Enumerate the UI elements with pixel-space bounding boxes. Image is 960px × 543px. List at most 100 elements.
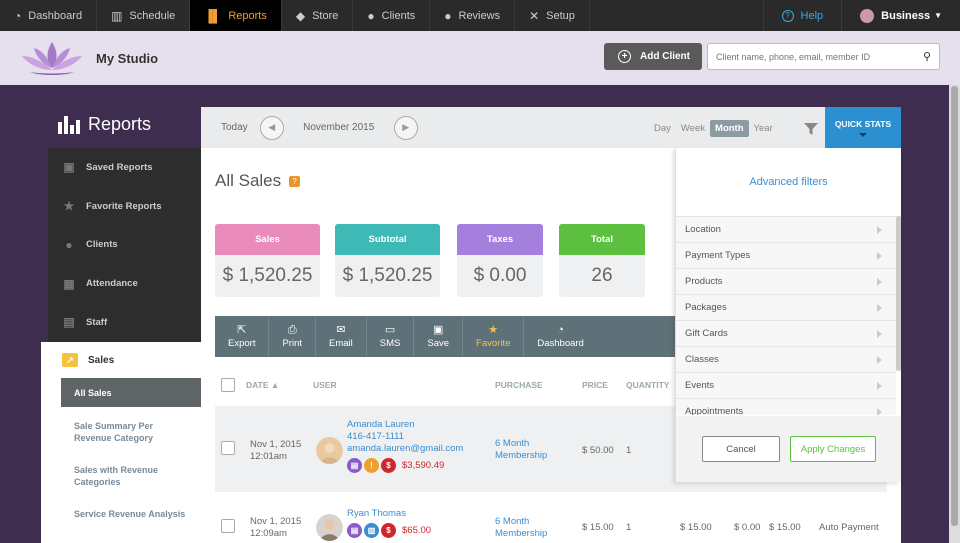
add-client-button[interactable]: + Add Client [604, 43, 702, 70]
bar-chart-icon [58, 115, 80, 134]
document-icon[interactable]: ▥ [364, 523, 379, 538]
dollar-icon[interactable]: $ [381, 523, 396, 538]
column-purchase[interactable]: PURCHASE [495, 380, 543, 390]
row-datetime: Nov 1, 2015 12:01am [250, 439, 301, 463]
next-month-button[interactable]: ▶ [393, 115, 418, 140]
sms-button[interactable]: ▭ SMS [367, 316, 415, 357]
nav-store[interactable]: ◆ Store [282, 0, 354, 31]
quick-stats-button[interactable]: QUICK STATS [825, 107, 901, 148]
range-day[interactable]: Day [649, 120, 676, 137]
today-button[interactable]: Today [221, 122, 248, 133]
client-search-input[interactable] [716, 51, 923, 62]
gauge-icon: ◔ [14, 8, 22, 23]
advanced-filters-title[interactable]: Advanced filters [676, 176, 901, 188]
sidebar-item-favorite-reports[interactable]: ★ Favorite Reports [48, 187, 201, 226]
range-year[interactable]: Year [749, 120, 778, 137]
filter-label: Gift Cards [685, 328, 728, 339]
nav-label: Reviews [458, 9, 501, 22]
bar-chart-icon: ▐▌ [204, 8, 222, 23]
chevron-right-icon [877, 355, 882, 364]
user-photo [316, 514, 343, 541]
nav-reviews[interactable]: ● Reviews [430, 0, 516, 31]
purchase-link[interactable]: 6 Month Membership [495, 516, 547, 540]
nav-setup[interactable]: ✕ Setup [515, 0, 590, 31]
sidebar-subitem-sales-revenue-categories[interactable]: Sales with Revenue Categories [61, 457, 201, 495]
filter-events[interactable]: Events [676, 373, 896, 399]
filter-payment-types[interactable]: Payment Types [676, 243, 896, 269]
sidebar-item-saved-reports[interactable]: ▣ Saved Reports [48, 148, 201, 187]
business-label: Business [881, 9, 931, 22]
apply-changes-button[interactable]: Apply Changes [790, 436, 876, 462]
sidebar-item-clients[interactable]: ● Clients [48, 226, 201, 265]
sidebar-subitem-service-revenue[interactable]: Service Revenue Analysis [61, 501, 201, 527]
business-menu[interactable]: Business ▼ [842, 0, 960, 31]
row-date: Nov 1, 2015 [250, 516, 302, 527]
filter-appointments[interactable]: Appointments [676, 399, 896, 415]
filter-location[interactable]: Location [676, 217, 896, 243]
prev-month-button[interactable]: ◀ [259, 115, 284, 140]
column-price[interactable]: PRICE [582, 380, 608, 390]
row-price: $ 15.00 [582, 522, 614, 533]
dashboard-button[interactable]: ◔ Dashboard [524, 316, 596, 357]
range-month[interactable]: Month [710, 120, 749, 137]
row-checkbox[interactable] [221, 441, 235, 455]
nav-clients[interactable]: ● Clients [353, 0, 431, 31]
search-icon[interactable]: ⚲ [923, 50, 931, 63]
toolbar-label: Favorite [476, 337, 511, 349]
page-scrollbar-thumb[interactable] [951, 86, 958, 526]
sidebar-item-staff[interactable]: ▤ Staff [48, 303, 201, 342]
nav-dashboard[interactable]: ◔ Dashboard [0, 0, 98, 31]
range-selector: Day Week Month Year [649, 120, 778, 137]
clipboard-icon[interactable]: ▤ [347, 458, 362, 473]
row-subtotal: $ 15.00 [680, 522, 712, 533]
user-info: Amanda Lauren 416-417-1111 amanda.lauren… [347, 419, 463, 473]
help-label: Help [800, 9, 824, 22]
user-phone[interactable]: 416-417-1111 [347, 431, 463, 443]
favorite-button[interactable]: ★ Favorite [463, 316, 525, 357]
export-button[interactable]: ⇱ Export [215, 316, 270, 357]
column-user[interactable]: USER [313, 380, 337, 390]
toolbar-label: Print [282, 337, 303, 349]
sidebar-subitem-sale-summary[interactable]: Sale Summary Per Revenue Category [61, 413, 201, 451]
user-email[interactable]: amanda.lauren@gmail.com [347, 443, 463, 455]
subitem-label: Sale Summary Per Revenue Category [74, 421, 154, 443]
column-date[interactable]: DATE ▲ [246, 380, 279, 390]
dollar-icon[interactable]: $ [381, 458, 396, 473]
sidebar-subitem-all-sales[interactable]: All Sales [61, 378, 201, 407]
filter-list-scrollbar[interactable] [896, 216, 901, 371]
select-all-checkbox[interactable] [221, 378, 235, 392]
user-info: Ryan Thomas ▤ ▥ $ $65.00 [347, 508, 431, 538]
filter-gift-cards[interactable]: Gift Cards [676, 321, 896, 347]
purchase-link[interactable]: 6 Month Membership [495, 438, 547, 462]
clipboard-icon[interactable]: ▤ [347, 523, 362, 538]
chevron-right-icon [877, 329, 882, 338]
range-week[interactable]: Week [676, 120, 710, 137]
filter-icon[interactable] [804, 122, 818, 136]
help-link[interactable]: ? Help [762, 0, 843, 31]
row-checkbox[interactable] [221, 519, 235, 533]
sidebar-item-sales[interactable]: ↗ Sales [41, 342, 201, 378]
column-quantity[interactable]: QUANTITY [626, 380, 669, 390]
sidebar-item-attendance[interactable]: ▦ Attendance [48, 264, 201, 303]
filter-products[interactable]: Products [676, 269, 896, 295]
nav-reports[interactable]: ▐▌ Reports [190, 0, 282, 37]
help-badge[interactable]: ? [289, 176, 301, 188]
sidebar-item-label: Attendance [86, 278, 138, 290]
warning-icon[interactable]: ! [364, 458, 379, 473]
toolbar-label: Save [427, 337, 450, 349]
filter-packages[interactable]: Packages [676, 295, 896, 321]
account-balance: $65.00 [402, 524, 432, 536]
nav-schedule[interactable]: ▥ Schedule [97, 0, 191, 31]
caret-down-icon [859, 132, 867, 137]
user-name-link[interactable]: Amanda Lauren [347, 419, 463, 431]
filter-classes[interactable]: Classes [676, 347, 896, 373]
email-button[interactable]: ✉ Email [316, 316, 367, 357]
save-button[interactable]: ▣ Save [414, 316, 464, 357]
print-button[interactable]: ⎙ Print [269, 316, 317, 357]
lotus-logo [22, 42, 82, 75]
cancel-button[interactable]: Cancel [702, 436, 780, 462]
stat-card-taxes: Taxes $ 0.00 [457, 224, 543, 297]
user-name-link[interactable]: Ryan Thomas [347, 508, 431, 520]
filter-actions: Cancel Apply Changes [676, 416, 901, 482]
nav-label: Clients [381, 9, 416, 22]
